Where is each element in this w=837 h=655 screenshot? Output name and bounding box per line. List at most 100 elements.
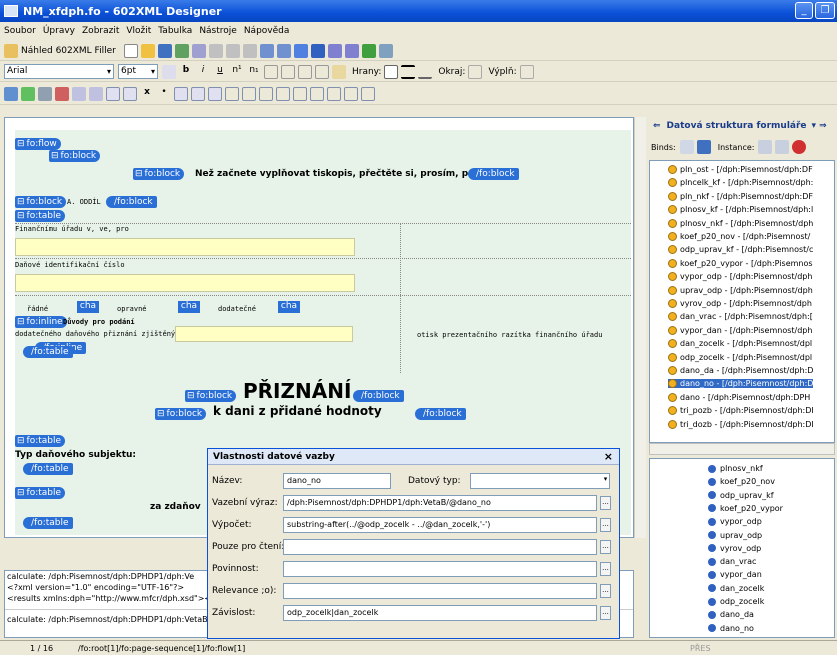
dialog-close-button[interactable]: × (604, 449, 613, 465)
bind-item[interactable]: pln_ost - [/dph:Pisemnost/dph:DF (668, 165, 813, 174)
table-icon[interactable] (225, 86, 239, 101)
back-arrow-icon[interactable]: ⇐ (653, 121, 661, 131)
instance-node[interactable]: dano_no (708, 624, 754, 633)
bind-item[interactable]: plncelk_kf - [/dph:Pisemnost/dph: (668, 178, 813, 188)
print-icon[interactable] (191, 43, 206, 58)
play-icon[interactable] (327, 43, 342, 58)
save-icon[interactable] (157, 43, 172, 58)
tag-fo-table[interactable]: fo:table (15, 210, 66, 222)
menu-insert[interactable]: Vložit (126, 26, 151, 36)
tag-fo-table-3-end[interactable]: /fo:table (23, 517, 73, 529)
panel-menu-icon[interactable]: ▾ ⇒ (812, 121, 827, 131)
readonly-browse-button[interactable]: ... (600, 540, 611, 554)
search-icon[interactable] (775, 140, 790, 154)
instance-tree[interactable]: plnosv_nkf koef_p20_nov odp_uprav_kf koef_p… (649, 458, 835, 638)
link-icon[interactable] (38, 86, 52, 101)
delete-row-icon[interactable] (310, 86, 324, 101)
subscript-icon[interactable]: n₁ (247, 65, 261, 79)
table-row-icon[interactable] (242, 86, 256, 101)
instance-icon[interactable] (758, 140, 773, 154)
font-size-select[interactable]: 6pt (118, 64, 158, 79)
financni-urad-field[interactable] (15, 238, 355, 256)
instance-node[interactable]: dan_zocelk (708, 584, 764, 593)
undo-icon[interactable] (259, 43, 274, 58)
dependency-browse-button[interactable]: ... (600, 606, 611, 620)
tag-fo-block-intro[interactable]: fo:block (133, 168, 185, 180)
menu-file[interactable]: Soubor (4, 26, 36, 36)
checkbox-icon[interactable]: x (140, 87, 154, 101)
bind-item[interactable]: vypor_odp - [/dph:Pisemnost/dph (668, 272, 812, 282)
table-col-icon[interactable] (259, 86, 273, 101)
tag-fo-block-priznani[interactable]: fo:block (185, 390, 237, 402)
combo-icon[interactable] (174, 86, 188, 101)
bind-item[interactable]: plnosv_nkf - [/dph:Pisemnost/dph (668, 218, 813, 228)
tag-fo-block-priznani-end[interactable]: /fo:block (353, 390, 404, 402)
name-input[interactable]: dano_no (283, 473, 391, 489)
border-width-icon[interactable] (418, 65, 433, 79)
tag-fo-block-a-end[interactable]: /fo:block (106, 196, 157, 208)
font-select[interactable]: Arial (4, 64, 114, 79)
required-input[interactable] (283, 561, 597, 577)
duvody-field[interactable] (175, 326, 353, 342)
instance-node[interactable]: vyrov_odp (708, 544, 761, 553)
block-icon[interactable] (21, 86, 35, 101)
page-icon[interactable] (4, 86, 18, 101)
preview-view-icon[interactable] (310, 43, 325, 58)
relevance-browse-button[interactable]: ... (600, 584, 611, 598)
instance-node[interactable]: koef_p20_nov (708, 477, 775, 486)
calc-input[interactable]: substring-after(../@odp_zocelk - ../@dan… (283, 517, 597, 533)
cross-icon[interactable] (55, 86, 69, 101)
menu-table[interactable]: Tabulka (158, 26, 192, 36)
tag-fo-table-2-end[interactable]: /fo:table (23, 463, 73, 475)
border-style-icon[interactable] (401, 64, 416, 79)
cut-icon[interactable] (208, 43, 223, 58)
cha-radne[interactable]: cha (77, 301, 99, 313)
list-icon[interactable] (191, 86, 205, 101)
menu-edit[interactable]: Úpravy (43, 26, 75, 36)
tag-fo-table-end[interactable]: /fo:table (23, 346, 73, 358)
redo-icon[interactable] (276, 43, 291, 58)
bind-item[interactable]: odp_uprav_kf - [/dph:Pisemnost/c (668, 245, 813, 255)
tag-fo-block-kdani[interactable]: fo:block (155, 408, 207, 420)
open-icon[interactable] (140, 43, 155, 58)
tag-fo-table-2[interactable]: fo:table (15, 435, 66, 447)
merge-icon[interactable] (344, 86, 358, 101)
border-icon[interactable] (384, 64, 399, 79)
delete-icon[interactable] (792, 140, 807, 154)
font-color-icon[interactable] (162, 64, 176, 79)
dependency-input[interactable]: odp_zocelk|dan_zocelk (283, 605, 597, 621)
bind-item[interactable]: plnosv_kf - [/dph:Pisemnost/dph:l (668, 205, 813, 215)
delete-col-icon[interactable] (327, 86, 341, 101)
split-icon[interactable] (361, 86, 375, 101)
bind-item[interactable]: dano_da - [/dph:Pisemnost/dph:D (668, 366, 813, 375)
design-view-icon[interactable] (293, 43, 308, 58)
binds-tree[interactable]: pln_ost - [/dph:Pisemnost/dph:DF plncelk_… (649, 160, 835, 443)
align-right-icon[interactable] (298, 64, 312, 79)
tag-fo-inline[interactable]: fo:inline (15, 316, 67, 328)
margin-icon[interactable] (468, 64, 483, 79)
minimize-button[interactable]: _ (795, 2, 813, 19)
align-center-icon[interactable] (281, 64, 295, 79)
tag-fo-block-a[interactable]: fo:block (15, 196, 67, 208)
menu-help[interactable]: Nápověda (244, 26, 290, 36)
tag-fo-table-3[interactable]: fo:table (15, 487, 66, 499)
binding-browse-button[interactable]: ... (600, 496, 611, 510)
bind-item[interactable]: uprav_odp - [/dph:Pisemnost/dph (668, 285, 813, 295)
superscript-icon[interactable]: n¹ (230, 65, 244, 79)
bind-item[interactable]: koef_p20_nov - [/dph:Pisemnost/ (668, 232, 810, 241)
bind-item[interactable]: dan_zocelk - [/dph:Pisemnost/dpl (668, 339, 812, 349)
instance-node[interactable]: odp_zocelk (708, 597, 764, 606)
cha-opravne[interactable]: cha (178, 301, 200, 313)
editor-vscrollbar[interactable] (634, 117, 646, 538)
required-browse-button[interactable]: ... (600, 562, 611, 576)
menu-view[interactable]: Zobrazit (82, 26, 119, 36)
tag-fo-block[interactable]: fo:block (49, 150, 101, 162)
instance-node[interactable]: dan_vrac (708, 557, 756, 566)
textbox-icon[interactable] (72, 86, 86, 101)
paste-icon[interactable] (242, 43, 257, 58)
save-as-icon[interactable] (174, 43, 189, 58)
dic-field[interactable] (15, 274, 355, 292)
highlight-icon[interactable] (332, 64, 346, 79)
fill-icon[interactable] (519, 64, 534, 79)
datatype-dropdown-icon[interactable]: ▾ (600, 474, 611, 488)
